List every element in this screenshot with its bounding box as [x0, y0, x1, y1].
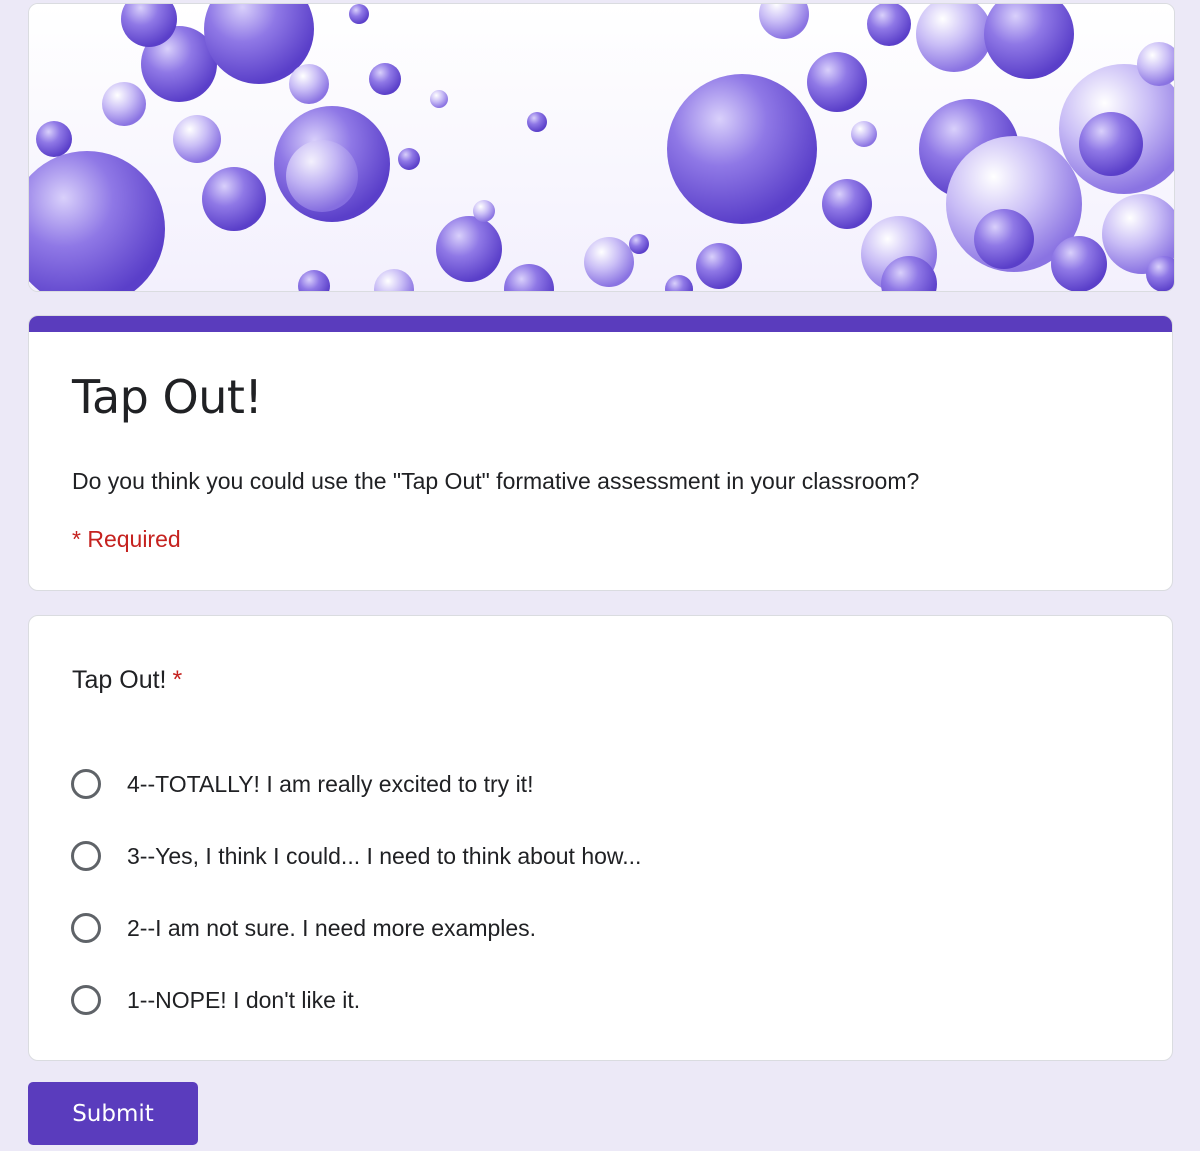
- bubbles-illustration: [29, 4, 1174, 291]
- radio-button[interactable]: [71, 985, 101, 1015]
- radio-option-label: 4--TOTALLY! I am really excited to try i…: [127, 770, 534, 797]
- form-title: Tap Out!: [72, 370, 263, 424]
- radio-option-label: 3--Yes, I think I could... I need to thi…: [127, 842, 642, 869]
- submit-button[interactable]: Submit: [28, 1082, 198, 1145]
- question-title-text: Tap Out!: [72, 666, 167, 694]
- required-asterisk: *: [172, 666, 183, 694]
- radio-button[interactable]: [71, 841, 101, 871]
- radio-option-label: 2--I am not sure. I need more examples.: [127, 914, 537, 941]
- accent-bar: [29, 316, 1172, 332]
- radio-button[interactable]: [71, 769, 101, 799]
- header-banner-image: [28, 3, 1175, 292]
- radio-option-label: 1--NOPE! I don't like it.: [127, 986, 361, 1013]
- form-header-card: Tap Out! Do you think you could use the …: [28, 315, 1173, 591]
- radio-options-list: 4--TOTALLY! I am really excited to try i…: [71, 748, 641, 1036]
- question-title: Tap Out! *: [72, 666, 182, 695]
- form-description: Do you think you could use the "Tap Out"…: [72, 468, 920, 494]
- radio-button[interactable]: [71, 913, 101, 943]
- question-card: Tap Out! * 4--TOTALLY! I am really excite…: [28, 615, 1173, 1061]
- form-container: Tap Out! Do you think you could use the …: [28, 3, 1175, 1061]
- radio-option-4[interactable]: 4--TOTALLY! I am really excited to try i…: [71, 748, 641, 820]
- required-note: * Required: [72, 526, 181, 552]
- radio-option-2[interactable]: 2--I am not sure. I need more examples.: [71, 892, 641, 964]
- radio-option-3[interactable]: 3--Yes, I think I could... I need to thi…: [71, 820, 641, 892]
- radio-option-1[interactable]: 1--NOPE! I don't like it.: [71, 964, 641, 1036]
